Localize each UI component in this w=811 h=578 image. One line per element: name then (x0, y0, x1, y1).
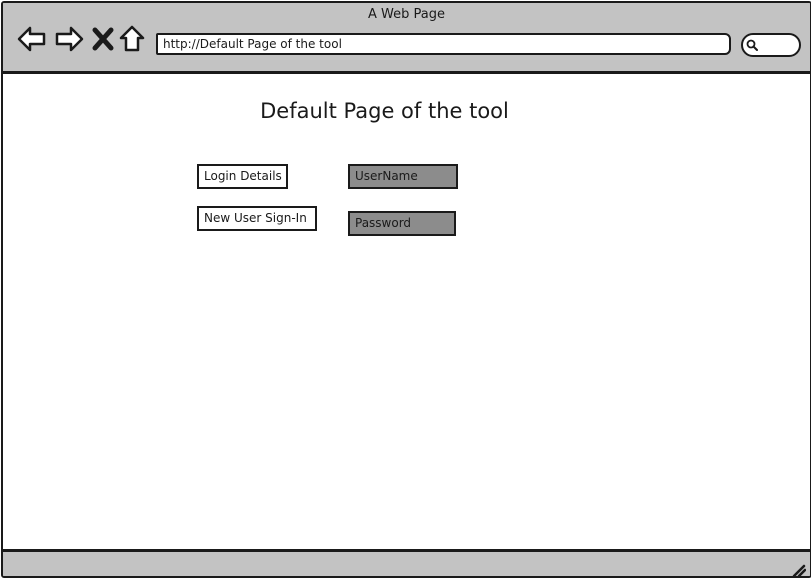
login-details-button[interactable]: Login Details (197, 164, 288, 189)
window-title: A Web Page (368, 7, 445, 22)
stop-close-icon[interactable] (91, 23, 115, 55)
page-title: Default Page of the tool (260, 99, 509, 123)
password-field[interactable]: Password (348, 211, 456, 236)
back-arrow-icon[interactable] (16, 23, 48, 55)
browser-toolbar: A Web Page http://Default Page of the to… (3, 3, 810, 74)
status-bar (3, 549, 810, 577)
username-field[interactable]: UserName (348, 164, 458, 189)
forward-arrow-icon[interactable] (53, 23, 85, 55)
address-bar[interactable]: http://Default Page of the tool (156, 33, 731, 55)
page-content: Default Page of the tool Login Details N… (3, 74, 810, 549)
search-box[interactable] (741, 33, 801, 57)
home-icon[interactable] (118, 23, 146, 55)
resize-grip-icon[interactable] (790, 561, 806, 577)
search-icon (746, 39, 758, 51)
new-user-signin-button[interactable]: New User Sign-In (197, 206, 317, 231)
browser-window: A Web Page http://Default Page of the to… (1, 1, 811, 578)
